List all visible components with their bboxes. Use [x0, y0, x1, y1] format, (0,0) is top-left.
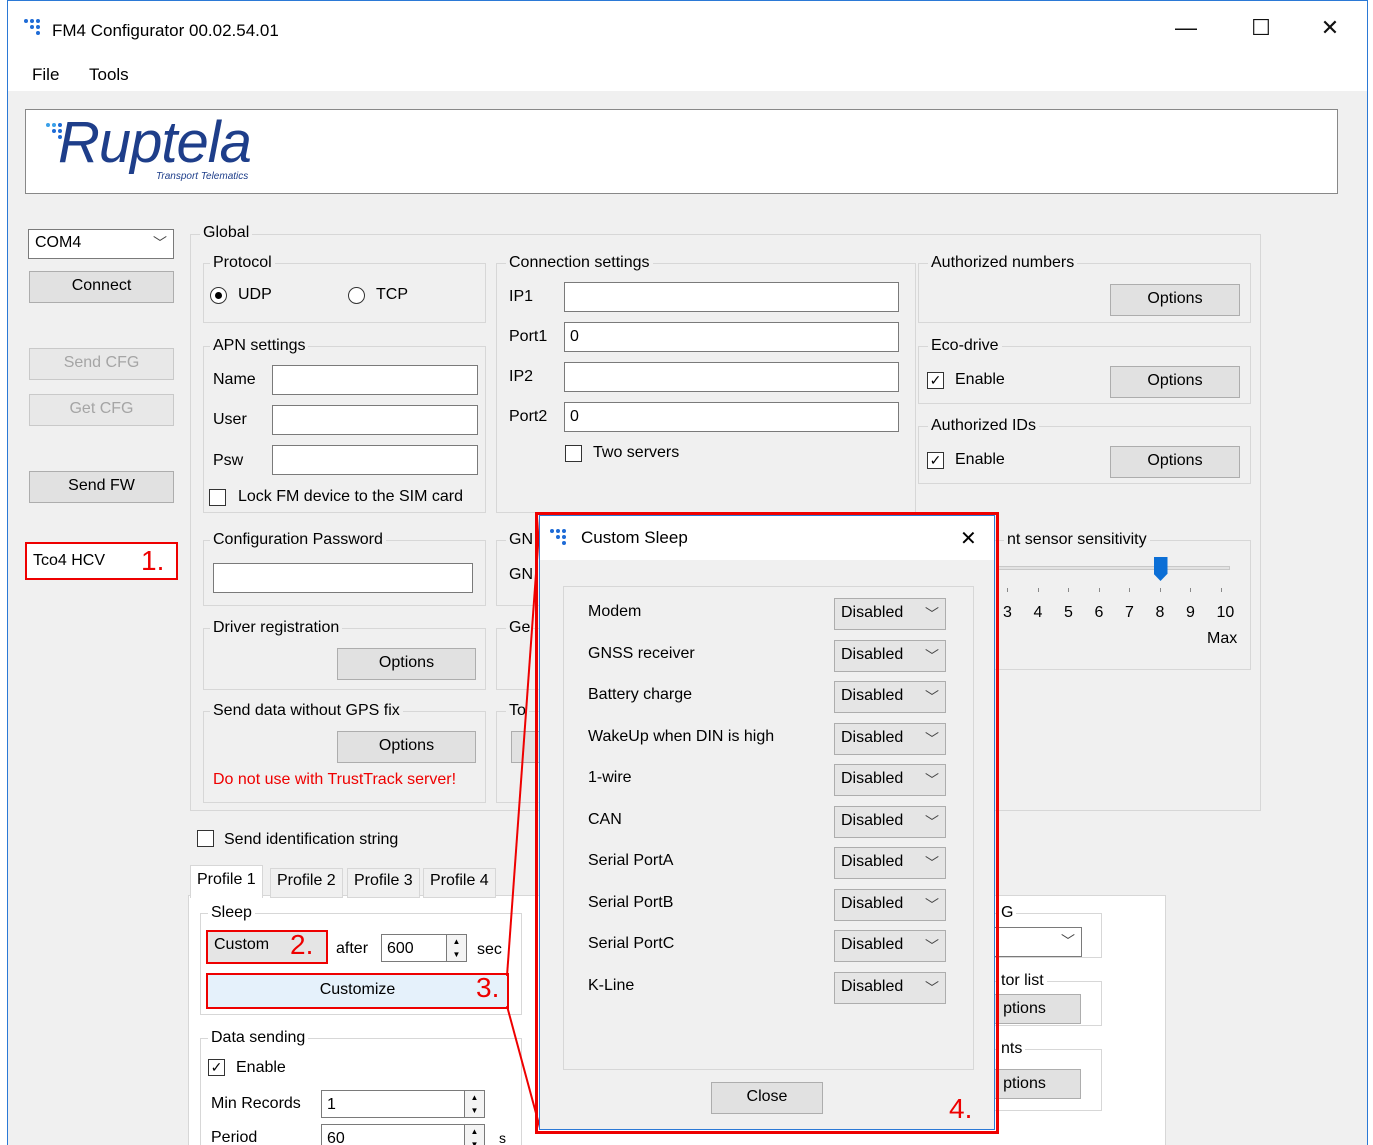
- sleep-option-select[interactable]: Disabled ﹀: [834, 764, 946, 796]
- dialog-title: Custom Sleep: [581, 528, 688, 547]
- sleep-option-label: Serial PortC: [588, 935, 675, 952]
- sleep-option-value: Disabled: [841, 728, 904, 746]
- sleep-option-value: Disabled: [841, 853, 904, 870]
- chevron-down-icon: ﹀: [925, 647, 939, 664]
- sleep-option-select[interactable]: Disabled ﹀: [834, 681, 946, 713]
- sleep-option-value: Disabled: [841, 770, 904, 787]
- sleep-option-label: WakeUp when DIN is high: [588, 727, 775, 745]
- chevron-down-icon: ﹀: [925, 606, 939, 622]
- chevron-down-icon: ﹀: [925, 772, 939, 788]
- chevron-down-icon: ﹀: [925, 813, 939, 830]
- sleep-option-label: K-Line: [588, 976, 635, 994]
- sleep-option-value: Disabled: [841, 604, 904, 621]
- chevron-down-icon: ﹀: [925, 689, 939, 705]
- chevron-down-icon: ﹀: [925, 855, 939, 871]
- sleep-option-select[interactable]: Disabled ﹀: [834, 639, 946, 672]
- sleep-option-value: Disabled: [841, 936, 904, 953]
- sleep-option-select[interactable]: Disabled ﹀: [834, 847, 946, 879]
- sleep-option-value: Disabled: [841, 894, 904, 912]
- dialog-app-icon: [550, 529, 570, 545]
- sleep-option-value: Disabled: [841, 977, 904, 995]
- sleep-option-label: GNSS receiver: [588, 644, 695, 662]
- sleep-option-select[interactable]: Disabled ﹀: [834, 722, 946, 755]
- dialog-close-button[interactable]: Close: [711, 1082, 823, 1114]
- sleep-option-label: Battery charge: [588, 686, 693, 703]
- annotation-4: 4.: [949, 1093, 973, 1124]
- chevron-down-icon: ﹀: [925, 979, 939, 996]
- sleep-option-select[interactable]: Disabled ﹀: [834, 598, 946, 630]
- chevron-down-icon: ﹀: [925, 896, 939, 913]
- sleep-option-select[interactable]: Disabled ﹀: [834, 805, 946, 838]
- sleep-option-label: Modem: [588, 603, 642, 620]
- sleep-option-select[interactable]: Disabled ﹀: [834, 888, 946, 921]
- sleep-option-label: CAN: [588, 810, 622, 828]
- chevron-down-icon: ﹀: [925, 938, 939, 954]
- sleep-option-label: 1-wire: [588, 769, 632, 786]
- custom-sleep-dialog: Custom Sleep ✕ Modem Disabled ﹀ GNSS receiv…: [539, 515, 995, 1130]
- sleep-option-value: Disabled: [841, 645, 904, 663]
- sleep-option-value: Disabled: [841, 687, 904, 704]
- sleep-option-select[interactable]: Disabled ﹀: [834, 971, 946, 1004]
- sleep-option-value: Disabled: [841, 811, 904, 829]
- dialog-close-icon[interactable]: ✕: [960, 526, 977, 551]
- sleep-option-select[interactable]: Disabled ﹀: [834, 930, 946, 962]
- sleep-option-label: Serial PortA: [588, 852, 674, 869]
- sleep-option-label: Serial PortB: [588, 893, 674, 911]
- chevron-down-icon: ﹀: [925, 730, 939, 747]
